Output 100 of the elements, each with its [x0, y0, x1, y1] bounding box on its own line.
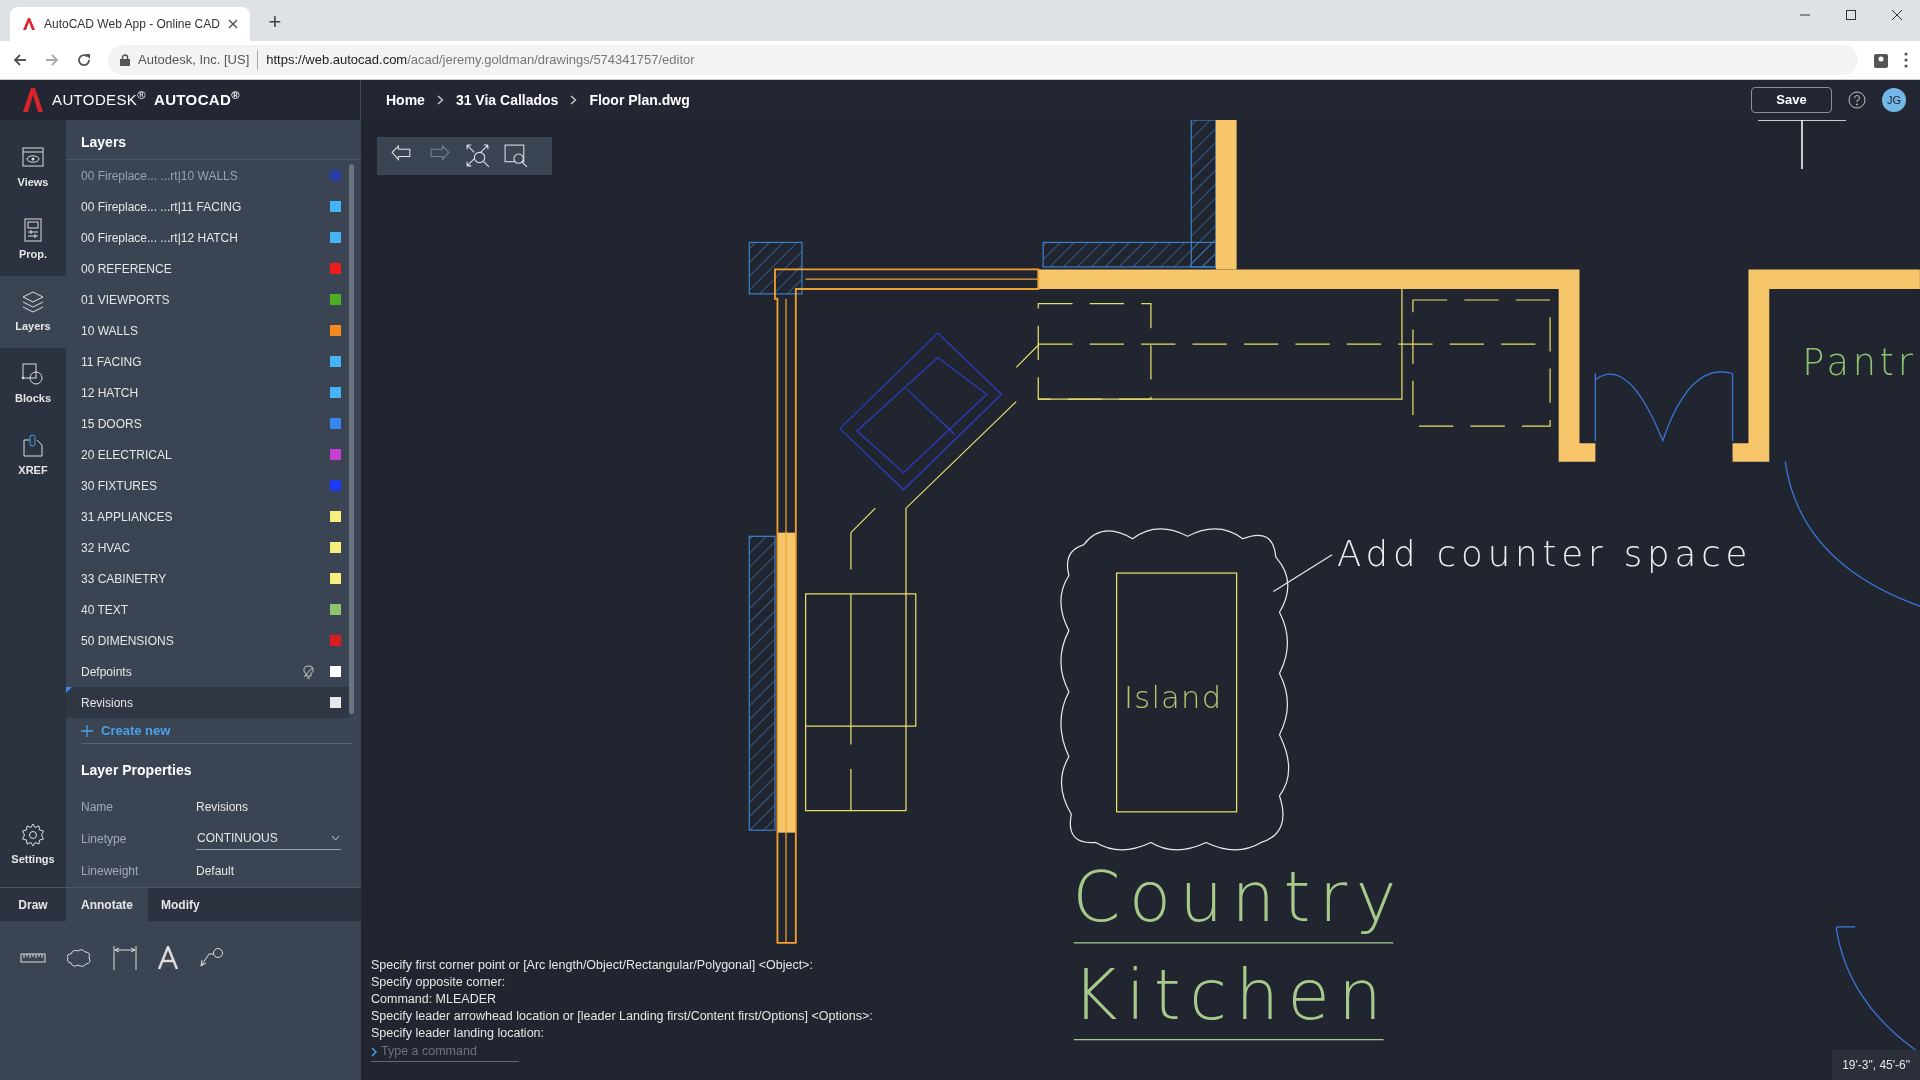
- layer-row[interactable]: 50 DIMENSIONS: [66, 625, 349, 656]
- layer-row[interactable]: 00 Fireplace... ...rt|10 WALLS: [66, 160, 349, 191]
- rail-tab[interactable]: Views: [0, 132, 66, 204]
- color-swatch[interactable]: [330, 604, 341, 615]
- layer-row[interactable]: 31 APPLIANCES: [66, 501, 349, 532]
- settings-icon: [21, 822, 45, 847]
- product-name: AUTOCAD$^{®}$: [153, 88, 240, 110]
- color-swatch[interactable]: [330, 449, 341, 460]
- dimension-icon[interactable]: [112, 945, 138, 971]
- zoom-extents-icon[interactable]: [465, 143, 491, 169]
- forward-icon[interactable]: [44, 52, 60, 68]
- layers-icon: [21, 289, 45, 314]
- command-history-line: Specify leader arrowhead location or [leader Landing first/Content first/Options] <Options>:: [371, 1008, 873, 1025]
- command-history-line: Specify leader landing location:: [371, 1025, 546, 1042]
- layer-row[interactable]: 11 FACING: [66, 346, 349, 377]
- layer-row[interactable]: Defpoints: [66, 656, 349, 687]
- menu-icon[interactable]: [1904, 52, 1908, 68]
- layer-row[interactable]: 33 CABINETRY: [66, 563, 349, 594]
- color-swatch[interactable]: [330, 511, 341, 522]
- room-label: Pantr: [1802, 340, 1917, 384]
- lock-icon: [120, 54, 130, 66]
- selection-corner-icon: [66, 687, 72, 693]
- rail-tab[interactable]: Blocks: [0, 348, 66, 420]
- layer-row[interactable]: 30 FIXTURES: [66, 470, 349, 501]
- layer-row[interactable]: 00 REFERENCE: [66, 253, 349, 284]
- layer-row[interactable]: 00 Fireplace... ...rt|12 HATCH: [66, 222, 349, 253]
- plus-icon: [81, 724, 93, 737]
- account-icon[interactable]: [1874, 52, 1888, 68]
- layer-row[interactable]: 15 DOORS: [66, 408, 349, 439]
- color-swatch[interactable]: [330, 418, 341, 429]
- scrollbar[interactable]: [349, 164, 354, 714]
- layer-row[interactable]: 12 HATCH: [66, 377, 349, 408]
- breadcrumb-link[interactable]: Home: [386, 89, 425, 111]
- color-swatch[interactable]: [330, 356, 341, 367]
- command-history-line: Command: MLEADER: [371, 991, 498, 1008]
- user-avatar[interactable]: JG: [1882, 88, 1906, 112]
- color-swatch[interactable]: [330, 573, 341, 584]
- url-text: https://web.autocad.com/acad/jeremy.goldman/drawings/574341757/editor: [266, 51, 695, 70]
- back-icon[interactable]: [12, 52, 28, 68]
- color-swatch[interactable]: [330, 697, 341, 708]
- leader-icon[interactable]: [198, 947, 224, 969]
- color-swatch[interactable]: [330, 635, 341, 646]
- prompt-chevron-icon: [371, 1046, 377, 1057]
- crosshair-icon: [1758, 120, 1846, 169]
- color-swatch[interactable]: [330, 201, 341, 212]
- text-icon[interactable]: [158, 946, 178, 970]
- chevron-right-icon: [436, 95, 444, 105]
- field-label: Lineweight: [81, 863, 140, 880]
- layer-row[interactable]: 40 TEXT: [66, 594, 349, 625]
- breadcrumb-link[interactable]: Floor Plan.dwg: [589, 89, 690, 111]
- coordinates-readout: 19'-3", 45'-6": [1832, 1050, 1920, 1080]
- color-swatch[interactable]: [330, 325, 341, 336]
- color-swatch[interactable]: [330, 170, 341, 181]
- color-swatch[interactable]: [330, 232, 341, 243]
- rail-tab[interactable]: XREF: [0, 420, 66, 492]
- command-history-line: Specify opposite corner:: [371, 974, 507, 991]
- rail-tab[interactable]: Settings: [0, 809, 66, 881]
- revision-cloud-icon[interactable]: [66, 948, 92, 968]
- color-swatch[interactable]: [330, 480, 341, 491]
- color-swatch[interactable]: [330, 542, 341, 553]
- breadcrumb-link[interactable]: 31 Via Callados: [455, 89, 559, 111]
- section-title: Layer Properties: [80, 761, 193, 780]
- leader-note: Add counter space: [1337, 532, 1753, 574]
- close-icon[interactable]: [228, 19, 238, 29]
- command-input[interactable]: Type a command: [371, 1043, 519, 1062]
- rail-tab[interactable]: Prop.: [0, 204, 66, 276]
- help-icon[interactable]: [1848, 91, 1866, 109]
- xref-icon: [21, 433, 45, 458]
- views-icon: [21, 145, 45, 170]
- layer-row[interactable]: 32 HVAC: [66, 532, 349, 563]
- tool-tab[interactable]: Annotate: [66, 888, 148, 921]
- color-swatch[interactable]: [330, 387, 341, 398]
- linetype-dropdown[interactable]: CONTINUOUS: [196, 828, 341, 850]
- command-history-line: Specify first corner point or [Arc length/Object/Rectangular/Polygonal] <Object>:: [371, 957, 814, 974]
- autocad-logo-icon: [22, 88, 44, 112]
- layer-row[interactable]: 10 WALLS: [66, 315, 349, 346]
- create-new-button[interactable]: Create new: [81, 718, 353, 744]
- save-button[interactable]: Save: [1751, 87, 1832, 113]
- color-swatch[interactable]: [330, 294, 341, 305]
- new-tab-button[interactable]: +: [262, 9, 288, 35]
- field-value: Default: [196, 863, 235, 880]
- color-swatch[interactable]: [330, 666, 341, 677]
- site-identity: Autodesk, Inc. [US]: [138, 50, 259, 70]
- drawing-title: Kitchen: [1072, 954, 1391, 1035]
- blocks-icon: [21, 361, 45, 386]
- field-label: Name: [81, 799, 114, 816]
- layer-row[interactable]: Revisions: [66, 687, 349, 718]
- reload-icon[interactable]: [76, 52, 92, 68]
- layer-row[interactable]: 01 VIEWPORTS: [66, 284, 349, 315]
- leader-line: [1272, 554, 1333, 593]
- layer-row[interactable]: 20 ELECTRICAL: [66, 439, 349, 470]
- address-field[interactable]: Autodesk, Inc. [US] https://web.autocad.com/acad/jeremy.goldman/drawings/574341757/editor: [108, 45, 1858, 75]
- chevron-right-icon: [570, 95, 578, 105]
- ruler-icon[interactable]: [20, 952, 46, 964]
- brand-name: AUTODESK$^{®}$: [52, 88, 146, 110]
- zoom-window-icon[interactable]: [503, 143, 529, 169]
- browser-tab[interactable]: AutoCAD Web App - Online CAD: [10, 7, 250, 41]
- layer-row[interactable]: 00 Fireplace... ...rt|11 FACING: [66, 191, 349, 222]
- rail-tab[interactable]: Layers: [0, 276, 66, 348]
- color-swatch[interactable]: [330, 263, 341, 274]
